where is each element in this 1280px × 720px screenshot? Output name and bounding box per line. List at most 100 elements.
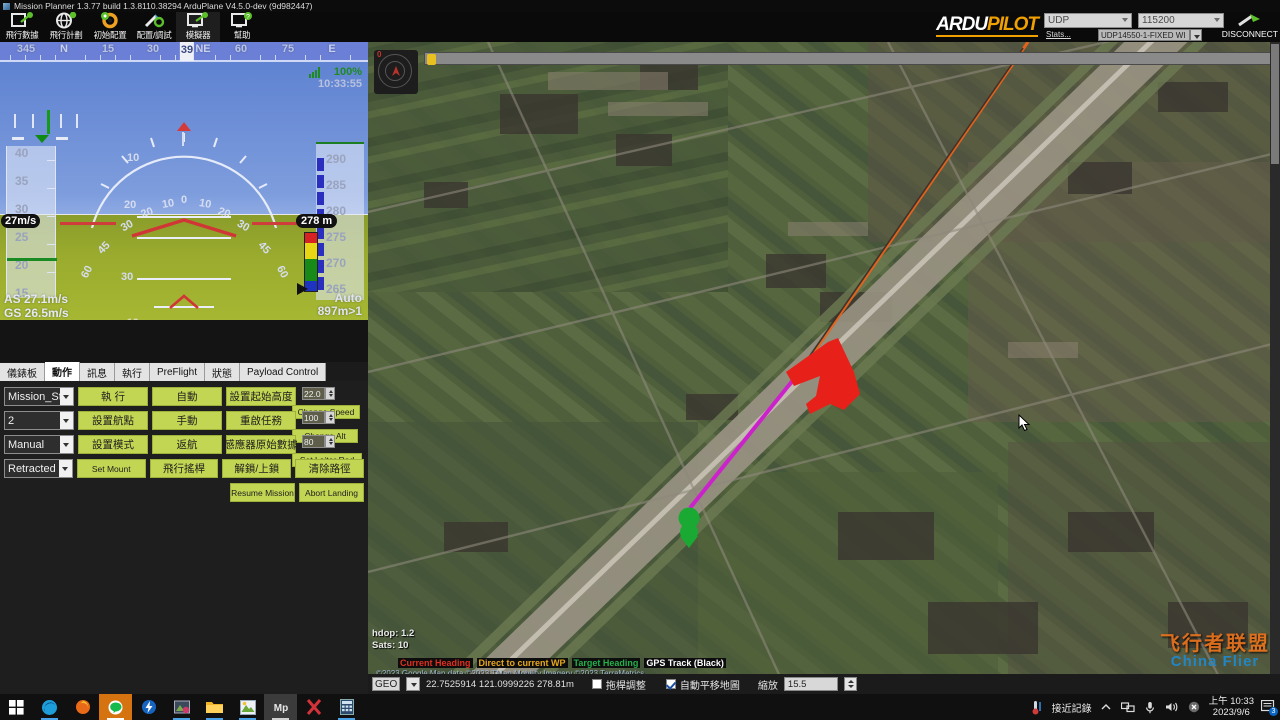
paint-icon[interactable] xyxy=(231,694,264,720)
zoom-stepper[interactable] xyxy=(843,677,857,691)
set-mount-button[interactable]: Set Mount xyxy=(76,459,146,478)
zoom-input[interactable]: 15.5 xyxy=(783,677,838,691)
chevron-down-icon xyxy=(1214,18,1220,22)
loiter-radius-input[interactable]: 80 xyxy=(302,435,325,448)
return-to-launch-button[interactable]: 返航 xyxy=(152,435,222,454)
line-icon[interactable] xyxy=(99,694,132,720)
change-speed-input[interactable]: 22.0 xyxy=(302,387,325,400)
edge-icon[interactable] xyxy=(33,694,66,720)
toolbar-item-flight-data[interactable]: 飛行數據 xyxy=(0,12,44,42)
tab-dashboard[interactable]: 儀錶板 xyxy=(0,363,45,381)
network-icon[interactable] xyxy=(1121,700,1136,715)
start-icon[interactable] xyxy=(0,694,33,720)
toolbar-item-config-tuning[interactable]: 配置/調試 xyxy=(132,12,176,42)
arm-disarm-button[interactable]: 解鎖/上鎖 xyxy=(222,459,292,478)
photos-icon[interactable] xyxy=(165,694,198,720)
toolbar-item-help[interactable]: ? 幫助 xyxy=(220,12,264,42)
toolbar-item-simulation[interactable]: 模擬器 xyxy=(176,12,220,42)
clear-track-button[interactable]: 清除路徑 xyxy=(295,459,365,478)
manual-mode-button[interactable]: 手動 xyxy=(152,411,222,430)
stats-link[interactable]: Stats... xyxy=(1046,30,1071,39)
mission-progress-bar xyxy=(424,52,1280,65)
radar-aircraft-icon xyxy=(392,66,400,76)
protocol-select[interactable]: UDP xyxy=(1044,13,1132,28)
firefox-icon[interactable] xyxy=(66,694,99,720)
map-scrollbar[interactable] xyxy=(1270,42,1280,694)
baud-rate-select[interactable]: 115200 xyxy=(1138,13,1224,28)
left-panel-tabs: 儀錶板 動作 訊息 執行 PreFlight 狀態 Payload Contro… xyxy=(0,362,368,381)
flight-mode-select[interactable]: Manual xyxy=(4,435,74,454)
abort-landing-button[interactable]: Abort Landing xyxy=(299,483,364,502)
taskbar-clock[interactable]: 上午 10:33 2023/9/6 xyxy=(1209,696,1254,718)
chevron-down-icon[interactable] xyxy=(60,412,73,429)
mission-planner-icon[interactable]: Mp xyxy=(264,694,297,720)
waypoint-number-select[interactable]: 2 xyxy=(4,411,74,430)
window-title-bar: Mission Planner 1.3.77 build 1.3.8110.38… xyxy=(0,0,1280,12)
chevron-up-icon[interactable] xyxy=(1099,700,1114,715)
x-app-icon[interactable] xyxy=(297,694,330,720)
chevron-down-icon[interactable] xyxy=(60,388,73,405)
actions-row: Resume Mission Abort Landing xyxy=(226,483,364,502)
logo-underline xyxy=(936,35,1038,37)
link-select[interactable]: UDP14550-1-FIXED WI xyxy=(1098,29,1190,41)
hud-aircraft-center-icon xyxy=(169,294,199,309)
thermometer-icon[interactable] xyxy=(1030,700,1045,715)
blue-app-icon[interactable] xyxy=(132,694,165,720)
tray-proximity-label[interactable]: 接近記錄 xyxy=(1052,700,1092,715)
connect-plug-icon[interactable] xyxy=(1236,13,1262,28)
execute-button[interactable]: 執 行 xyxy=(78,387,148,406)
gear-state-select[interactable]: Retracted xyxy=(4,459,73,478)
map-view[interactable]: 0 hdop: 1.2 Sats: 10 Current Heading Dir… xyxy=(368,42,1280,694)
tab-execute[interactable]: 執行 xyxy=(115,363,150,381)
chevron-down-icon[interactable] xyxy=(58,460,72,477)
mission-command-select[interactable]: Mission_St xyxy=(4,387,74,406)
set-waypoint-button[interactable]: 設置航點 xyxy=(78,411,148,430)
compass-tick-label: N xyxy=(60,43,68,55)
attitude-radar-widget[interactable]: 0 xyxy=(374,50,418,94)
notification-center-icon[interactable]: 3 xyxy=(1261,700,1278,716)
change-alt-input[interactable]: 100 xyxy=(302,411,325,424)
simulation-monitor-icon xyxy=(187,12,209,29)
tab-messages[interactable]: 訊息 xyxy=(80,363,115,381)
actions-row: Manual 設置模式 返航 感應器原始數據 80 xyxy=(4,435,364,454)
geo-format-chevron-icon[interactable] xyxy=(406,677,420,691)
tab-status[interactable]: 狀態 xyxy=(205,363,241,381)
autopan-checkbox[interactable] xyxy=(665,679,676,689)
raw-sensor-data-button[interactable]: 感應器原始數據 xyxy=(224,435,298,454)
joystick-button[interactable]: 飛行搖桿 xyxy=(149,459,219,478)
set-mode-button[interactable]: 設置模式 xyxy=(78,435,148,454)
tuning-checkbox-wrap[interactable]: 拖桿調整 xyxy=(591,677,646,692)
hud[interactable]: 345 N 15 30 NE 60 75 E 39 60 45 30 20 10… xyxy=(0,42,368,320)
geo-format-select[interactable]: GEO xyxy=(372,677,400,691)
disconnect-button[interactable]: DISCONNECT xyxy=(1222,29,1278,39)
tuning-checkbox[interactable] xyxy=(591,679,602,689)
link-select-chevron-icon[interactable] xyxy=(1190,29,1202,41)
scrollbar-thumb[interactable] xyxy=(1271,44,1279,164)
calculator-icon[interactable] xyxy=(330,694,363,720)
change-speed-stepper[interactable] xyxy=(325,387,335,400)
loiter-radius-stepper[interactable] xyxy=(325,435,335,448)
change-alt-stepper[interactable] xyxy=(325,411,335,424)
microphone-icon[interactable] xyxy=(1143,700,1158,715)
chevron-down-icon[interactable] xyxy=(60,436,73,453)
toolbar-item-initial-setup[interactable]: 初始配置 xyxy=(88,12,132,42)
mouse-cursor-icon xyxy=(1018,414,1031,432)
tab-actions[interactable]: 動作 xyxy=(45,362,80,381)
volume-icon[interactable] xyxy=(1165,700,1180,715)
set-home-altitude-button[interactable]: 設置起始高度 xyxy=(226,387,296,406)
hud-bank-indicator-icon xyxy=(35,135,49,143)
pitch-label-negative: -10 xyxy=(123,317,139,320)
auto-mode-button[interactable]: 自動 xyxy=(152,387,222,406)
resume-mission-button[interactable]: Resume Mission xyxy=(230,483,295,502)
hud-heading-value: 39 xyxy=(179,42,195,61)
file-explorer-icon[interactable] xyxy=(198,694,231,720)
autopan-checkbox-wrap[interactable]: 自動平移地圖 xyxy=(665,677,740,692)
tab-payload-control[interactable]: Payload Control xyxy=(240,363,327,381)
restart-mission-button[interactable]: 重啟任務 xyxy=(226,411,296,430)
logo-ardu-text: ARDU xyxy=(936,14,988,35)
sync-error-icon[interactable] xyxy=(1187,700,1202,715)
tab-preflight[interactable]: PreFlight xyxy=(150,363,206,381)
actions-row: Mission_St 執 行 自動 設置起始高度 22.0 xyxy=(4,387,364,406)
toolbar-label: 初始配置 xyxy=(93,30,127,40)
toolbar-item-flight-plan[interactable]: 飛行計劃 xyxy=(44,12,88,42)
